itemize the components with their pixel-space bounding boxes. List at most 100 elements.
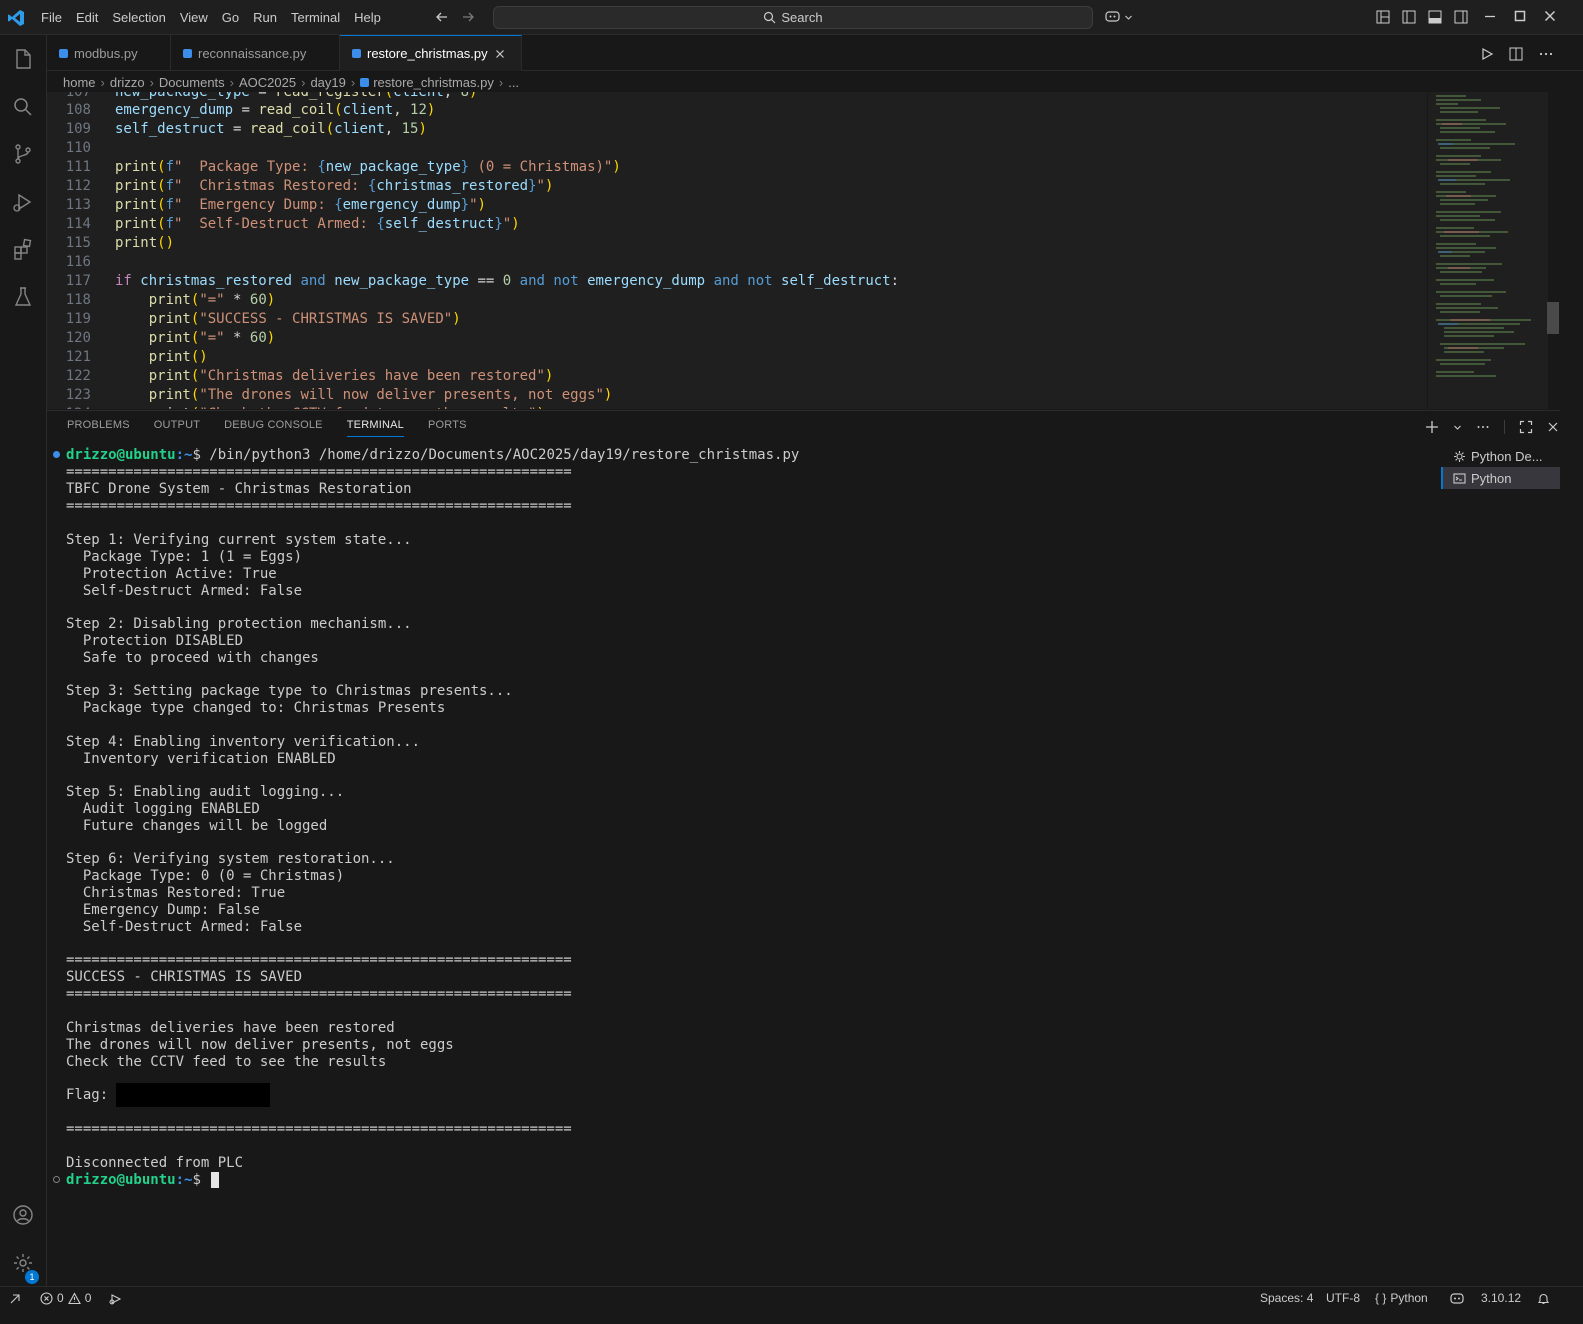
chevron-right-icon: › bbox=[498, 74, 504, 90]
terminal-line: Christmas Restored: True bbox=[66, 885, 286, 901]
search-box[interactable]: Search bbox=[493, 6, 1093, 29]
toggle-panel-icon[interactable] bbox=[1427, 9, 1443, 25]
terminal-line: Safe to proceed with changes bbox=[66, 650, 319, 666]
python-version-status[interactable]: 3.10.12 bbox=[1481, 1287, 1521, 1310]
copilot-button[interactable] bbox=[1104, 9, 1133, 25]
code-editor[interactable]: 107 new_package_type = read_register(clie… bbox=[47, 92, 1427, 409]
bell-icon bbox=[1537, 1292, 1550, 1305]
menu-edit[interactable]: Edit bbox=[69, 0, 105, 35]
tab-restore-christmas[interactable]: restore_christmas.py bbox=[340, 35, 522, 71]
menu-bar: File Edit Selection View Go Run Terminal… bbox=[34, 0, 388, 35]
breadcrumb-item[interactable]: home bbox=[63, 75, 96, 90]
code-line: 120 print("=" * 60) bbox=[65, 330, 276, 346]
warning-icon bbox=[67, 1292, 81, 1305]
tab-modbus[interactable]: modbus.py bbox=[47, 35, 171, 71]
notifications-status[interactable] bbox=[1537, 1287, 1550, 1310]
run-debug-icon[interactable] bbox=[11, 190, 35, 214]
remote-indicator[interactable] bbox=[9, 1287, 21, 1310]
breadcrumb-item[interactable]: restore_christmas.py bbox=[373, 75, 494, 90]
tab-label: restore_christmas.py bbox=[367, 46, 488, 61]
chevron-down-icon bbox=[1124, 13, 1133, 22]
toggle-primary-sidebar-icon[interactable] bbox=[1401, 9, 1417, 25]
chevron-right-icon: › bbox=[100, 74, 105, 90]
problems-indicator[interactable]: 0 0 bbox=[40, 1287, 91, 1310]
debug-status[interactable] bbox=[108, 1287, 122, 1310]
tab-debug-console[interactable]: DEBUG CONSOLE bbox=[224, 419, 323, 437]
terminal-line: Step 4: Enabling inventory verification.… bbox=[66, 734, 421, 750]
code-line: 122 print("Christmas deliveries have bee… bbox=[65, 368, 554, 384]
python-file-icon bbox=[183, 48, 192, 58]
maximize-panel-icon[interactable] bbox=[1519, 420, 1533, 434]
breadcrumb-item[interactable]: day19 bbox=[310, 75, 345, 90]
close-tab-icon[interactable] bbox=[494, 48, 506, 60]
menu-go[interactable]: Go bbox=[215, 0, 246, 35]
indentation-status[interactable]: Spaces: 4 bbox=[1260, 1287, 1313, 1310]
run-file-icon[interactable] bbox=[1480, 47, 1494, 61]
editor-tabs: modbus.py reconnaissance.py restore_chri… bbox=[47, 35, 1583, 71]
breadcrumb-item[interactable]: drizzo bbox=[110, 75, 145, 90]
split-editor-icon[interactable] bbox=[1508, 46, 1524, 62]
breadcrumb-item[interactable]: AOC2025 bbox=[239, 75, 296, 90]
error-count: 0 bbox=[57, 1291, 64, 1305]
terminal-cursor bbox=[211, 1172, 220, 1188]
tab-terminal[interactable]: TERMINAL bbox=[346, 419, 404, 437]
source-control-icon[interactable] bbox=[11, 142, 35, 166]
more-actions-icon[interactable] bbox=[1476, 420, 1490, 434]
forward-arrow-icon[interactable] bbox=[460, 9, 476, 25]
title-bar: File Edit Selection View Go Run Terminal… bbox=[0, 0, 1583, 35]
encoding-status[interactable]: UTF-8 bbox=[1326, 1287, 1360, 1310]
tab-output[interactable]: OUTPUT bbox=[154, 419, 200, 437]
close-window-icon[interactable] bbox=[1543, 9, 1557, 23]
terminal-line: Future changes will be logged bbox=[66, 818, 328, 834]
new-terminal-icon[interactable] bbox=[1425, 420, 1439, 434]
minimap-slider[interactable] bbox=[1547, 302, 1559, 334]
menu-file[interactable]: File bbox=[34, 0, 69, 35]
warning-count: 0 bbox=[84, 1291, 92, 1305]
terminal-line: Step 5: Enabling audit logging... bbox=[66, 784, 345, 800]
customize-layout-icon[interactable] bbox=[1375, 9, 1391, 25]
extensions-icon[interactable] bbox=[11, 237, 35, 261]
divider bbox=[1504, 420, 1505, 434]
terminal-item-python-debug[interactable]: Python De... bbox=[1441, 445, 1560, 467]
tab-problems[interactable]: PROBLEMS bbox=[67, 419, 130, 437]
explorer-icon[interactable] bbox=[11, 47, 35, 71]
breadcrumb-item[interactable]: Documents bbox=[159, 75, 225, 90]
search-view-icon[interactable] bbox=[11, 95, 35, 119]
more-actions-icon[interactable] bbox=[1538, 46, 1554, 62]
panel-tabs: PROBLEMS OUTPUT DEBUG CONSOLE TERMINAL P… bbox=[67, 419, 467, 437]
terminal-line: Step 2: Disabling protection mechanism..… bbox=[66, 616, 412, 632]
code-line: 119 print("SUCCESS - CHRISTMAS IS SAVED"… bbox=[65, 311, 461, 327]
close-panel-icon[interactable] bbox=[1547, 421, 1559, 433]
terminal-line: The drones will now deliver presents, no… bbox=[66, 1037, 454, 1053]
code-line: 116 bbox=[65, 254, 91, 270]
tab-ports[interactable]: PORTS bbox=[428, 419, 467, 437]
language-status[interactable]: { } Python bbox=[1375, 1287, 1428, 1310]
minimize-icon[interactable] bbox=[1483, 9, 1497, 23]
error-icon bbox=[40, 1292, 53, 1305]
back-arrow-icon[interactable] bbox=[434, 9, 450, 25]
menu-view[interactable]: View bbox=[173, 0, 215, 35]
breadcrumb-item[interactable]: ... bbox=[508, 75, 519, 90]
menu-help[interactable]: Help bbox=[347, 0, 388, 35]
accounts-icon[interactable] bbox=[11, 1203, 35, 1227]
tab-reconnaissance[interactable]: reconnaissance.py bbox=[171, 35, 340, 71]
terminal-line: Flag: bbox=[66, 1083, 271, 1107]
terminal-line: ========================================… bbox=[66, 986, 572, 1002]
testing-flask-icon[interactable] bbox=[11, 285, 35, 309]
terminal-line: ========================================… bbox=[66, 498, 572, 514]
copilot-status[interactable] bbox=[1449, 1287, 1465, 1310]
terminal-output[interactable]: drizzo@ubuntu:~$ /bin/python3 /home/driz… bbox=[47, 447, 1427, 1297]
terminal-line: Check the CCTV feed to see the results bbox=[66, 1054, 387, 1070]
terminal-line: ========================================… bbox=[66, 952, 572, 968]
chevron-down-icon[interactable] bbox=[1453, 423, 1462, 432]
minimap[interactable] bbox=[1428, 92, 1548, 409]
menu-selection[interactable]: Selection bbox=[105, 0, 172, 35]
menu-run[interactable]: Run bbox=[246, 0, 284, 35]
toggle-secondary-sidebar-icon[interactable] bbox=[1453, 9, 1469, 25]
terminal-item-python[interactable]: Python bbox=[1441, 467, 1560, 489]
menu-terminal[interactable]: Terminal bbox=[284, 0, 347, 35]
terminal-line: Package Type: 1 (1 = Eggs) bbox=[66, 549, 303, 565]
chevron-right-icon: › bbox=[149, 74, 154, 90]
terminal-line: ========================================… bbox=[66, 464, 572, 480]
maximize-icon[interactable] bbox=[1513, 9, 1527, 23]
